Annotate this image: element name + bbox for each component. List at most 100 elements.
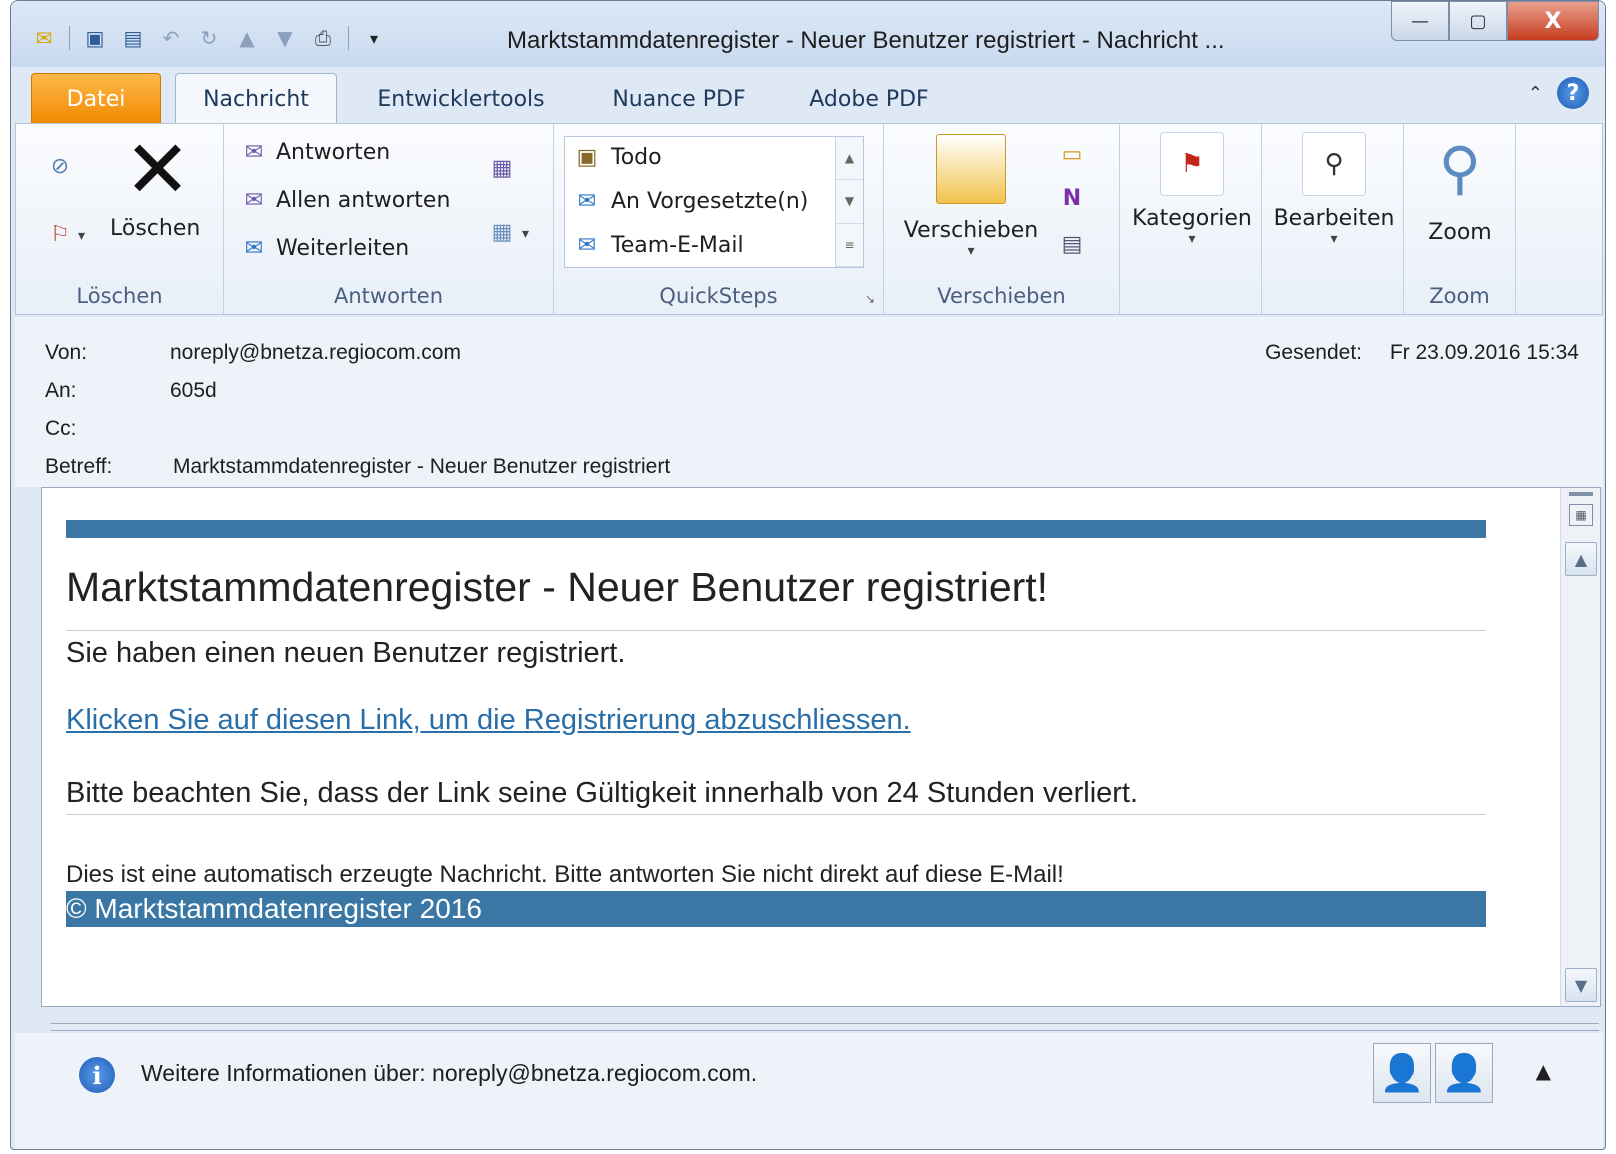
group-label-antworten: Antworten (333, 284, 444, 308)
print-icon[interactable]: ⎙ (310, 25, 336, 51)
intro-text: Sie haben einen neuen Benutzer registrie… (66, 637, 626, 669)
registration-link[interactable]: Klicken Sie auf diesen Link, um die Regi… (66, 704, 1486, 737)
todo-icon: ▣ (576, 144, 598, 170)
qat-separator (69, 26, 70, 50)
sent-label: Gesendet: (1265, 341, 1362, 364)
move-dropdown-icon: ▾ (967, 243, 975, 259)
expand-people-pane-icon[interactable]: ▲ (1536, 1059, 1551, 1083)
zoom-label: Zoom (1428, 220, 1492, 245)
ignore-icon[interactable]: ⊘ (44, 150, 76, 182)
rules-icon[interactable]: ▭ (1056, 138, 1088, 170)
message-body[interactable]: Marktstammdatenregister - Neuer Benutzer… (41, 487, 1601, 1007)
more-respond-dropdown-icon[interactable]: ▾ (522, 226, 529, 242)
categorize-dropdown-icon: ▾ (1188, 231, 1196, 247)
reply-label: Antworten (276, 139, 391, 165)
redo-icon[interactable]: ↻ (196, 25, 222, 51)
save-as-icon[interactable]: ▤ (120, 25, 146, 51)
undo-icon[interactable]: ↶ (158, 25, 184, 51)
forward-icon: ✉ (244, 235, 264, 261)
junk-dropdown-icon[interactable]: ▾ (78, 228, 85, 244)
from-row: Von: noreply@bnetza.regiocom.com (45, 341, 461, 365)
onenote-icon[interactable]: N (1056, 182, 1088, 214)
reply-all-icon: ✉ (244, 187, 264, 213)
save-icon[interactable]: ▣ (82, 25, 108, 51)
divider (66, 630, 1486, 631)
subject-text: Marktstammdatenregister - Neuer Benutzer… (173, 455, 671, 478)
group-label-loeschen: Löschen (76, 284, 163, 308)
move-folder-icon (936, 134, 1006, 204)
tab-datei[interactable]: Datei (31, 73, 161, 125)
group-loeschen: ⊘ ✕ ⚐ ▾ Löschen Löschen (16, 124, 224, 314)
sent-value: Fr 23.09.2016 15:34 (1389, 341, 1579, 364)
split-handle-icon[interactable] (1569, 492, 1593, 496)
avatar[interactable]: 👤 (1435, 1043, 1493, 1103)
group-label-verschieben: Verschieben (937, 284, 1066, 308)
close-button[interactable]: X (1507, 1, 1599, 41)
group-zoom: ⚲ Zoom Zoom (1404, 124, 1516, 314)
tab-nachricht[interactable]: Nachricht (175, 73, 337, 125)
quickstep-label: Todo (611, 144, 662, 170)
scroll-down-icon[interactable]: ▼ (1565, 968, 1597, 1002)
quicksteps-scroll: ▲ ▼ ≡ (835, 137, 863, 267)
customize-qat-icon[interactable]: ▾ (361, 25, 387, 51)
edit-dropdown-icon: ▾ (1330, 231, 1338, 247)
actions-icon[interactable]: ▤ (1056, 228, 1088, 260)
header-accent-bar (66, 520, 1486, 538)
scroll-up-icon[interactable]: ▲ (1565, 542, 1597, 576)
ribbon-tabs: Datei Nachricht Entwicklertools Nuance P… (11, 69, 1605, 125)
quickstep-an-vorgesetzte[interactable]: ✉ An Vorgesetzte(n) (571, 185, 809, 217)
more-respond-icon[interactable]: ▦ (486, 216, 518, 248)
categorize-button[interactable]: ⚑ Kategorien ▾ (1128, 132, 1256, 247)
email-content: Marktstammdatenregister - Neuer Benutzer… (66, 520, 1486, 927)
info-icon: i (79, 1057, 115, 1093)
avatar[interactable]: 👤 (1373, 1043, 1431, 1103)
previous-item-icon[interactable]: ▲ (234, 25, 260, 51)
quicksteps-more-icon[interactable]: ≡ (836, 224, 863, 267)
forward-label: Weiterleiten (276, 235, 410, 261)
reply-icon: ✉ (244, 139, 264, 165)
forward-button[interactable]: ✉ Weiterleiten (238, 232, 409, 264)
next-item-icon[interactable]: ▼ (272, 25, 298, 51)
group-verschieben: Verschieben ▾ ▭ N ▤ Verschieben (884, 124, 1120, 314)
envelope-icon: ✉ (35, 26, 53, 50)
help-icon[interactable]: ? (1557, 77, 1589, 109)
quicksteps-down-icon[interactable]: ▼ (836, 180, 863, 224)
forward-manager-icon: ✉ (577, 188, 597, 214)
quick-access-toolbar: ✉ ▣ ▤ ↶ ↻ ▲ ▼ ⎙ ▾ (31, 25, 387, 51)
message-header: Von: noreply@bnetza.regiocom.com An: 605… (15, 317, 1603, 487)
people-pane-splitter[interactable] (51, 1023, 1599, 1031)
edit-button[interactable]: ⚲ Bearbeiten ▾ (1270, 132, 1398, 247)
reply-all-label: Allen antworten (276, 187, 451, 213)
cc-label: Cc: (45, 417, 77, 440)
minimize-ribbon-icon[interactable]: ⌃ (1528, 83, 1543, 104)
find-icon: ⚲ (1302, 132, 1366, 196)
minimize-button[interactable]: — (1391, 1, 1449, 41)
quickstep-team-email[interactable]: ✉ Team-E-Mail (571, 229, 744, 261)
to-address[interactable]: 605d (170, 379, 217, 403)
meeting-reply-icon[interactable]: ▦ (486, 152, 518, 184)
view-toggle-icon[interactable]: ▦ (1569, 504, 1593, 526)
quicksteps-gallery: ▣ Todo ✉ An Vorgesetzte(n) ✉ Team-E-Mail… (564, 136, 864, 268)
delete-icon[interactable]: ✕ (124, 130, 191, 210)
ribbon-right-controls: ⌃ ? (1528, 77, 1589, 109)
delete-button[interactable]: Löschen (110, 216, 200, 241)
divider (66, 814, 1486, 815)
sent-date: Gesendet: Fr 23.09.2016 15:34 (1265, 341, 1579, 365)
from-address[interactable]: noreply@bnetza.regiocom.com (170, 341, 461, 365)
window-controls: — ▢ X (1391, 1, 1599, 41)
tab-nuance-pdf[interactable]: Nuance PDF (599, 73, 759, 125)
tab-entwicklertools[interactable]: Entwicklertools (361, 73, 561, 125)
people-pane-info[interactable]: Weitere Informationen über: noreply@bnet… (141, 1060, 757, 1087)
junk-icon[interactable]: ⚐ (44, 218, 76, 250)
categorize-label: Kategorien (1132, 206, 1252, 231)
quickstep-todo[interactable]: ▣ Todo (571, 141, 662, 173)
zoom-button[interactable]: ⚲ Zoom (1410, 132, 1510, 245)
move-label: Verschieben (903, 218, 1039, 243)
reply-all-button[interactable]: ✉ Allen antworten (238, 184, 451, 216)
quicksteps-up-icon[interactable]: ▲ (836, 137, 863, 181)
maximize-button[interactable]: ▢ (1449, 1, 1507, 41)
reply-button[interactable]: ✉ Antworten (238, 136, 390, 168)
vertical-scrollbar[interactable]: ▦ ▲ ▼ (1560, 488, 1600, 1006)
tab-adobe-pdf[interactable]: Adobe PDF (797, 73, 941, 125)
move-button[interactable]: Verschieben ▾ (896, 134, 1046, 259)
